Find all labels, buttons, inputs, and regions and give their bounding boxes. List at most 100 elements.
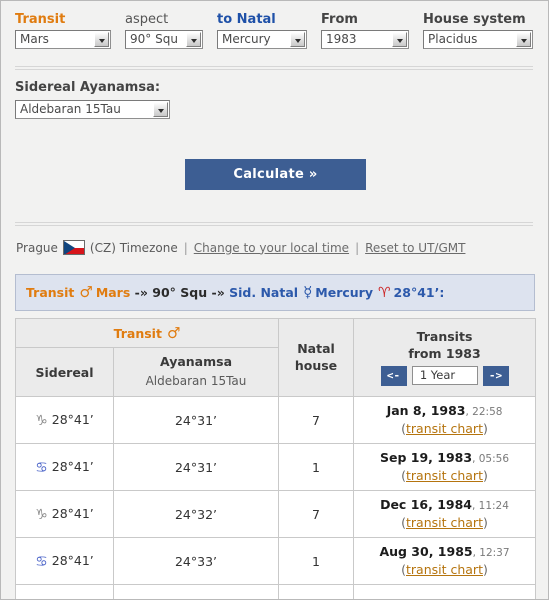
header-natal-house-line2: house [294, 357, 338, 373]
link-change-local-time[interactable]: Change to your local time [194, 241, 349, 255]
cell-transit-date: Aug 30, 1985, 12:37 (transit chart) [353, 537, 536, 585]
results-header-natal-position: 28°41’: [393, 285, 445, 300]
results-panel: Transit ♂ Mars -» 90° Squ -» Sid. Natal ☿ Me… [15, 274, 536, 599]
cell-partial [15, 584, 114, 599]
field-house-system: House system Placidus [423, 12, 533, 49]
timezone-separator-1: | [183, 240, 188, 255]
header-transits-line2: from 1983 [408, 345, 481, 361]
cell-natal-house: 7 [278, 396, 354, 444]
cell-partial [113, 584, 279, 599]
transit-date: Jan 8, 1983 [386, 402, 466, 418]
table-row: ♑ 28°41’ 24°32’ 7 Dec 16, 1984, 11:24 (transi… [15, 490, 536, 538]
chevron-down-icon[interactable] [516, 32, 531, 47]
table-row: ♑ 28°41’ 24°31’ 7 Jan 8, 1983, 22:58 (transit… [15, 396, 536, 444]
results-header-natal-planet: Mercury [315, 285, 373, 300]
mercury-icon: ☿ [303, 283, 313, 301]
cell-sidereal: ♑ 28°41’ [15, 490, 114, 538]
transit-chart-link[interactable]: transit chart [406, 562, 483, 577]
header-sidereal: Sidereal [15, 347, 114, 397]
header-ayanamsa-sub: Aldebaran 15Tau [145, 374, 247, 389]
cell-partial [278, 584, 354, 599]
results-header-natal-word: Sid. Natal [229, 285, 299, 300]
cell-ayanamsa: 24°31’ [113, 443, 279, 491]
field-natal-planet: to Natal Mercury [217, 12, 307, 49]
label-to-natal: to Natal [217, 12, 276, 27]
table-row: ♋ 28°41’ 24°33’ 1 Aug 30, 1985, 12:37 (transi… [15, 537, 536, 585]
select-aspect[interactable]: 90° Squ [125, 30, 203, 49]
cell-sidereal-value: 28°41’ [51, 411, 94, 427]
divider-middle [15, 222, 533, 227]
field-from-year: From 1983 [321, 12, 409, 49]
results-header-aspect: 90° Squ [152, 285, 208, 300]
table-row [15, 584, 536, 599]
transit-chart-link[interactable]: transit chart [406, 515, 483, 530]
cell-sidereal-value: 28°41’ [51, 458, 94, 474]
cell-transit-date: Sep 19, 1983, 05:56 (transit chart) [353, 443, 536, 491]
cell-sidereal: ♋ 28°41’ [15, 443, 114, 491]
cell-sidereal: ♑ 28°41’ [15, 396, 114, 444]
transits-table-body: ♑ 28°41’ 24°31’ 7 Jan 8, 1983, 22:58 (transit… [15, 396, 536, 599]
timezone-country: (CZ) Timezone [89, 240, 178, 255]
transits-table: Transit ♂ Natal house Transits from 1983 … [15, 318, 536, 599]
page-inner: Transit Mars aspect 90° Squ to Natal Mer… [2, 2, 547, 599]
mars-icon: ♂ [79, 283, 93, 301]
aries-icon: ♈ [377, 285, 391, 301]
label-aspect: aspect [125, 12, 169, 27]
table-header-row-1: Transit ♂ Natal house Transits from 1983 … [15, 318, 536, 397]
timezone-separator-2: | [355, 240, 360, 255]
chevron-down-icon[interactable] [186, 32, 201, 47]
chevron-down-icon[interactable] [290, 32, 305, 47]
mars-icon: ♂ [166, 324, 181, 342]
zodiac-sign-icon: ♑ [35, 506, 48, 523]
zodiac-sign-icon: ♋ [35, 459, 48, 476]
page-root: Transit Mars aspect 90° Squ to Natal Mer… [0, 0, 549, 600]
select-sidereal-ayanamsa[interactable]: Aldebaran 15Tau [15, 100, 170, 119]
chevron-down-icon[interactable] [153, 102, 168, 117]
select-transit-planet[interactable]: Mars [15, 30, 111, 49]
select-sidereal-ayanamsa-value: Aldebaran 15Tau [20, 102, 121, 116]
select-house-system[interactable]: Placidus [423, 30, 533, 49]
results-header: Transit ♂ Mars -» 90° Squ -» Sid. Natal ☿ Me… [15, 274, 535, 311]
cell-natal-house: 1 [278, 443, 354, 491]
results-header-arrow-2: -» [211, 285, 225, 300]
label-house-system: House system [423, 12, 526, 27]
cell-natal-house: 1 [278, 537, 354, 585]
transit-date: Sep 19, 1983 [379, 449, 473, 465]
select-nav-range[interactable]: 1 Year [411, 366, 478, 386]
chevron-down-icon[interactable] [94, 32, 109, 47]
transit-time: , 12:37 [472, 546, 510, 559]
divider-top [15, 66, 533, 71]
label-from: From [321, 12, 358, 27]
transit-chart-link[interactable]: transit chart [406, 468, 483, 483]
cell-transit-date: Dec 16, 1984, 11:24 (transit chart) [353, 490, 536, 538]
transit-date: Aug 30, 1985 [379, 543, 473, 559]
chevron-down-icon[interactable] [392, 32, 407, 47]
transit-time: , 05:56 [472, 452, 509, 465]
transit-time: , 11:24 [471, 499, 509, 512]
select-nav-range-value: 1 Year [419, 368, 456, 383]
czech-flag-icon [62, 240, 85, 255]
results-header-transit-planet: Mars [95, 285, 131, 300]
results-header-arrow-1: -» [134, 285, 148, 300]
table-row: ♋ 28°41’ 24°31’ 1 Sep 19, 1983, 05:56 (transi… [15, 443, 536, 491]
field-aspect: aspect 90° Squ [125, 12, 203, 49]
cell-transit-date: Jan 8, 1983, 22:58 (transit chart) [353, 396, 536, 444]
results-header-transit-word: Transit [26, 285, 75, 300]
link-reset-ut-gmt[interactable]: Reset to UT/GMT [365, 241, 465, 255]
zodiac-sign-icon: ♑ [35, 412, 48, 429]
paren-close: ) [482, 562, 488, 578]
zodiac-sign-icon: ♋ [35, 553, 48, 570]
calculate-button[interactable]: Calculate » [185, 159, 366, 190]
paren-close: ) [482, 515, 488, 531]
timezone-line: Prague (CZ) Timezone | Change to your lo… [16, 240, 465, 255]
nav-next-button[interactable]: -> [482, 365, 509, 386]
timezone-city: Prague [16, 240, 58, 255]
select-natal-planet[interactable]: Mercury [217, 30, 307, 49]
transit-chart-link[interactable]: transit chart [406, 421, 483, 436]
nav-prev-button[interactable]: <- [380, 365, 407, 386]
cell-ayanamsa: 24°32’ [113, 490, 279, 538]
cell-sidereal-value: 28°41’ [51, 552, 94, 568]
header-natal-house-line1: Natal [297, 340, 335, 356]
select-from-year[interactable]: 1983 [321, 30, 409, 49]
header-natal-house: Natal house [278, 318, 354, 397]
